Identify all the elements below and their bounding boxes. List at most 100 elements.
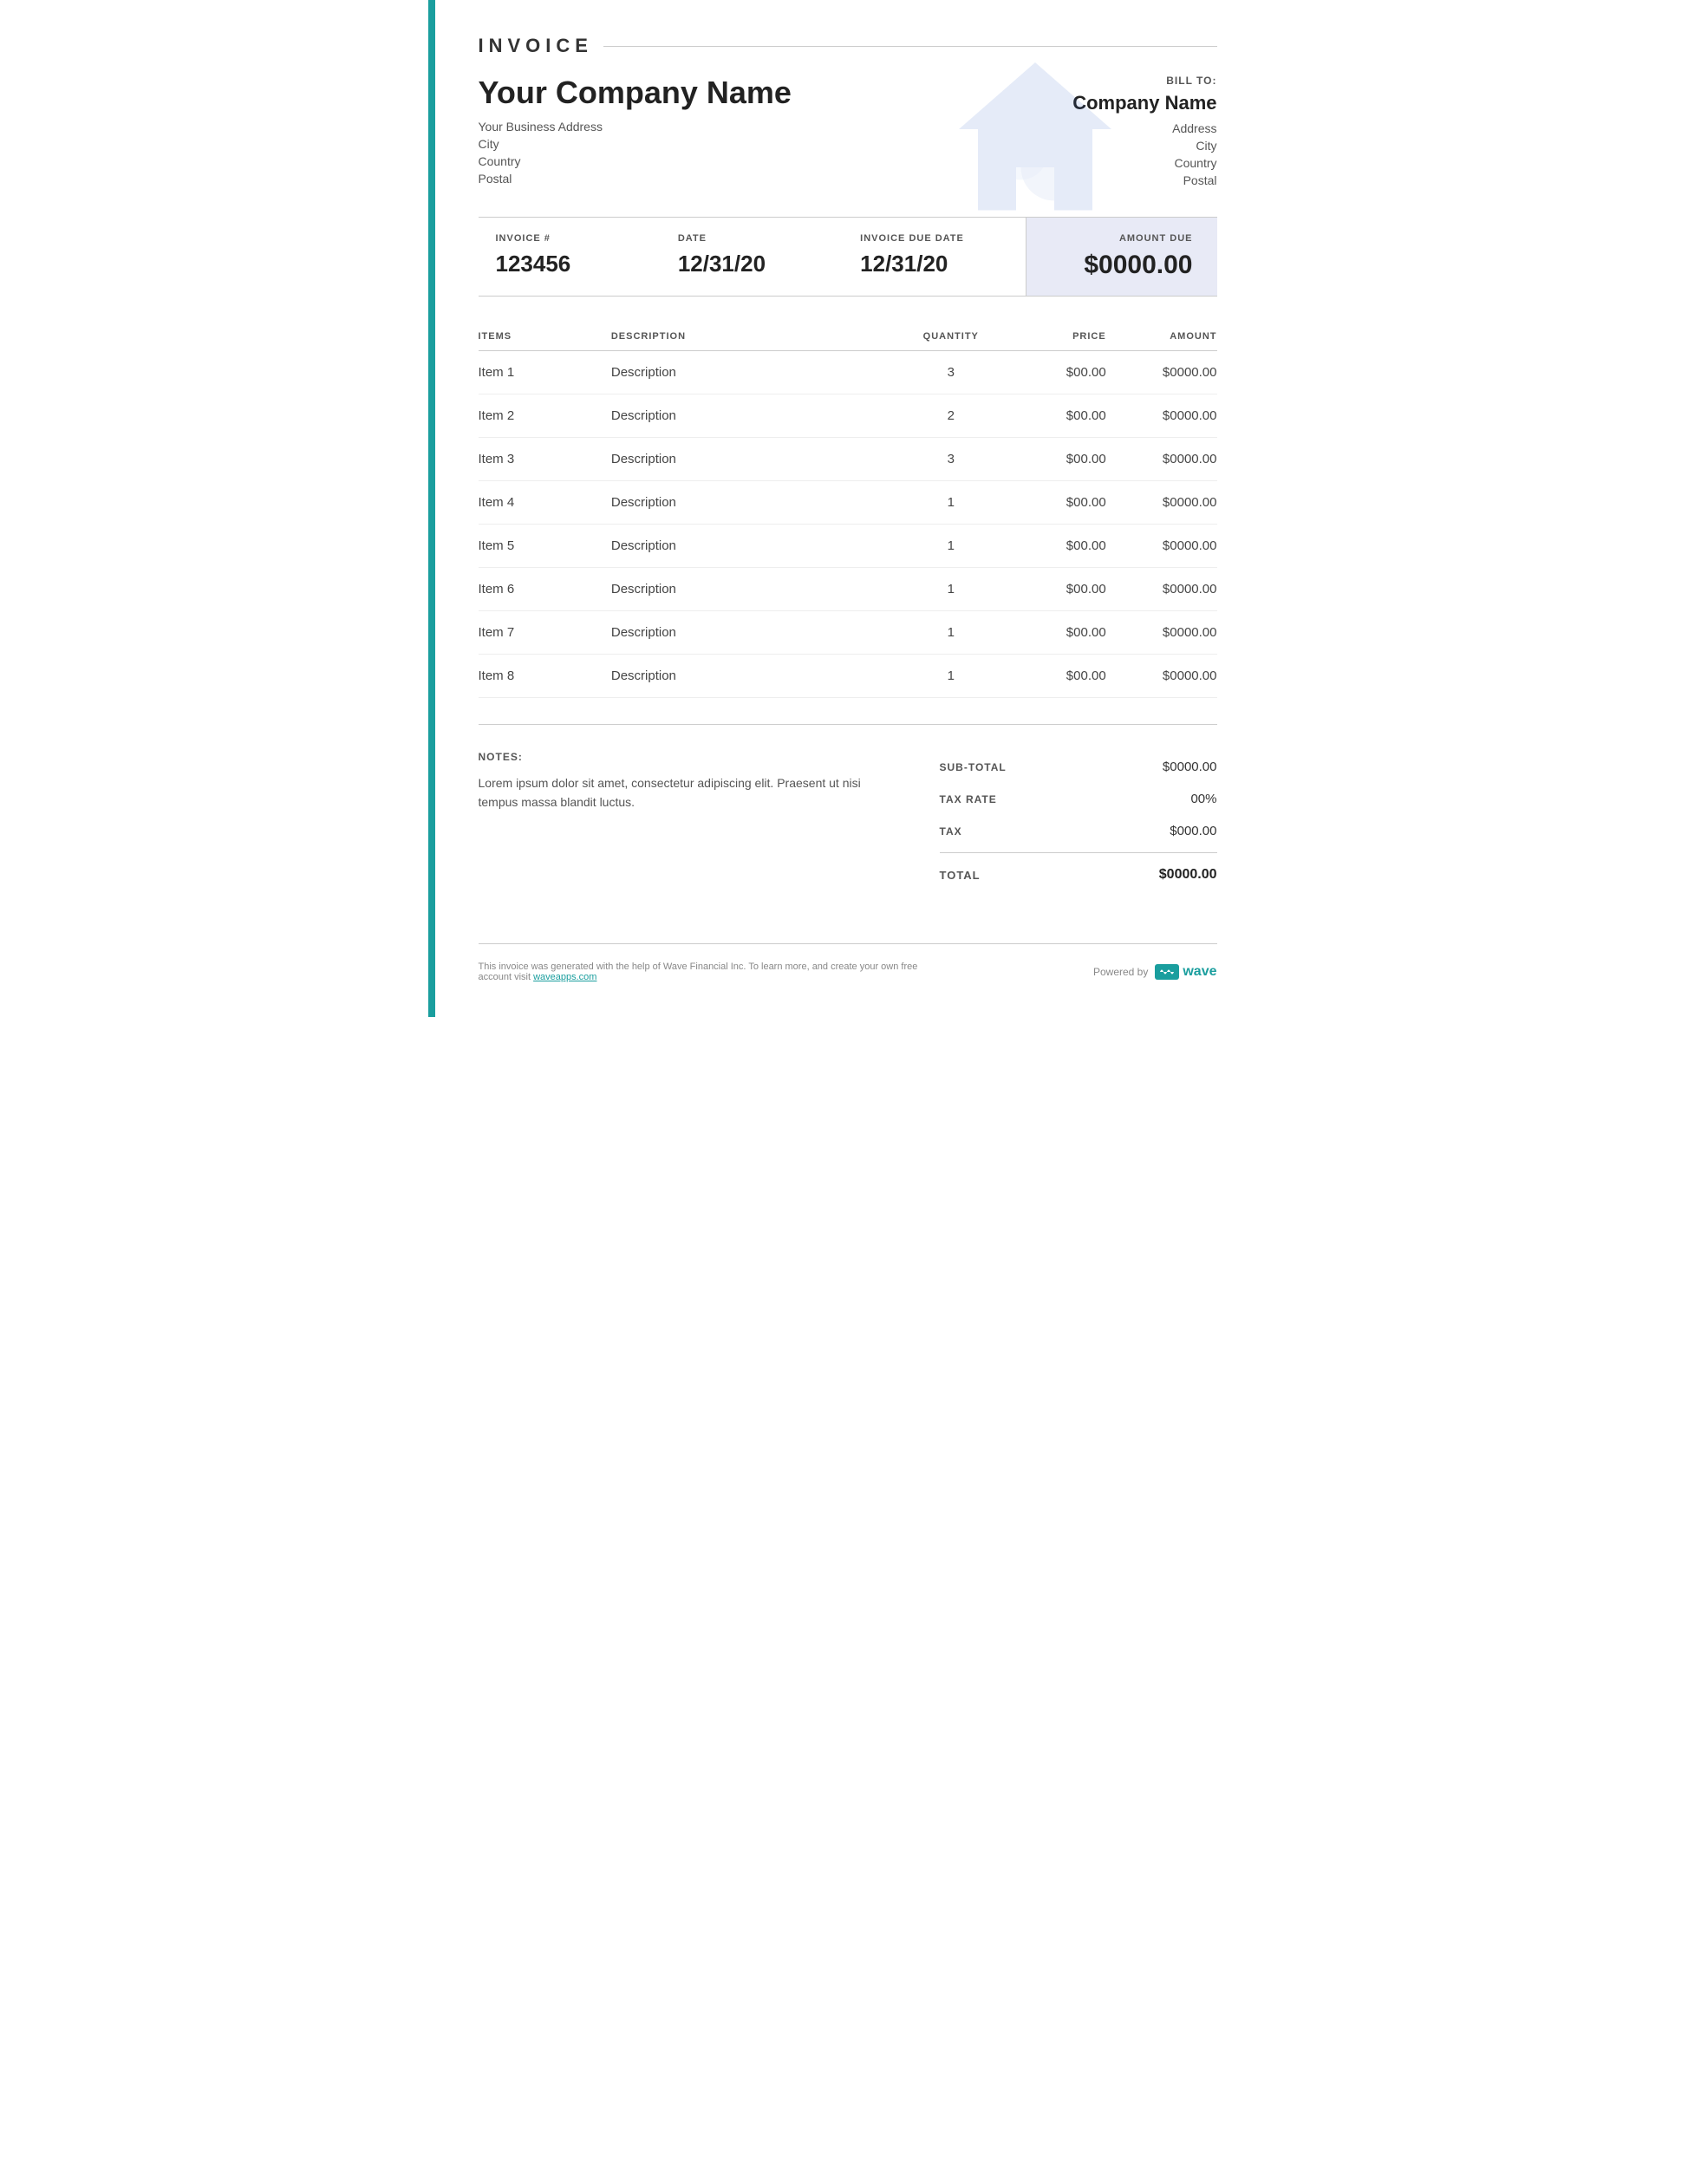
footer-link[interactable]: waveapps.com	[533, 972, 596, 982]
item-name-cell: Item 8	[479, 655, 611, 698]
subtotal-value: $0000.00	[1163, 760, 1217, 774]
amount-due-label: AMOUNT DUE	[1051, 233, 1193, 244]
item-price-cell: $00.00	[995, 394, 1106, 438]
sender-company-name: Your Company Name	[479, 75, 792, 111]
tax-value: $000.00	[1170, 824, 1216, 838]
due-date-field: INVOICE DUE DATE 12/31/20	[843, 218, 1025, 296]
item-desc-cell: Description	[611, 351, 907, 394]
item-qty-cell: 1	[907, 568, 995, 611]
notes-label: NOTES:	[479, 751, 885, 763]
col-header-quantity: QUANTITY	[907, 323, 995, 351]
header-two-col: Your Company Name Your Business Address …	[479, 75, 1217, 191]
wave-logo-text: wave	[1183, 964, 1216, 980]
table-row: Item 3 Description 3 $00.00 $0000.00	[479, 438, 1217, 481]
bill-to-company-name: Company Name	[1072, 92, 1216, 114]
table-row: Item 5 Description 1 $00.00 $0000.00	[479, 525, 1217, 568]
item-amount-cell: $0000.00	[1106, 481, 1217, 525]
title-divider-line	[603, 46, 1217, 47]
bill-to-address: Address	[1072, 121, 1216, 135]
item-price-cell: $00.00	[995, 655, 1106, 698]
col-header-price: PRICE	[995, 323, 1106, 351]
item-qty-cell: 1	[907, 481, 995, 525]
item-qty-cell: 3	[907, 438, 995, 481]
item-name-cell: Item 5	[479, 525, 611, 568]
invoice-meta: INVOICE # 123456 DATE 12/31/20 INVOICE D…	[479, 217, 1217, 297]
col-header-amount: AMOUNT	[1106, 323, 1217, 351]
item-qty-cell: 1	[907, 611, 995, 655]
bill-to-city: City	[1072, 139, 1216, 153]
bill-to-country: Country	[1072, 156, 1216, 170]
sender-details: Your Business Address City Country Posta…	[479, 120, 792, 186]
table-header-row: ITEMS DESCRIPTION QUANTITY PRICE AMOUNT	[479, 323, 1217, 351]
bill-to-details: Address City Country Postal	[1072, 121, 1216, 187]
item-desc-cell: Description	[611, 655, 907, 698]
sender-address: Your Business Address	[479, 120, 792, 134]
invoice-title-text: INVOICE	[479, 35, 593, 57]
item-qty-cell: 1	[907, 655, 995, 698]
subtotal-row: SUB-TOTAL $0000.00	[940, 751, 1217, 783]
due-date-label: INVOICE DUE DATE	[860, 233, 1007, 244]
item-desc-cell: Description	[611, 568, 907, 611]
footer-powered: Powered by wave	[1093, 964, 1217, 980]
tax-rate-label: TAX RATE	[940, 793, 997, 805]
due-date-value: 12/31/20	[860, 251, 1007, 277]
bill-to-label: BILL TO:	[1072, 75, 1216, 87]
items-section: ITEMS DESCRIPTION QUANTITY PRICE AMOUNT …	[479, 323, 1217, 698]
tax-rate-value: 00%	[1190, 792, 1216, 806]
total-row: TOTAL $0000.00	[940, 858, 1217, 891]
invoice-title: INVOICE	[479, 35, 1217, 57]
item-amount-cell: $0000.00	[1106, 568, 1217, 611]
date-label: DATE	[678, 233, 825, 244]
tax-rate-row: TAX RATE 00%	[940, 783, 1217, 815]
table-row: Item 2 Description 2 $00.00 $0000.00	[479, 394, 1217, 438]
item-amount-cell: $0000.00	[1106, 611, 1217, 655]
amount-due-box: AMOUNT DUE $0000.00	[1026, 218, 1217, 296]
item-amount-cell: $0000.00	[1106, 655, 1217, 698]
accent-bar	[428, 0, 435, 1017]
table-row: Item 8 Description 1 $00.00 $0000.00	[479, 655, 1217, 698]
sender-country: Country	[479, 154, 792, 168]
date-field: DATE 12/31/20	[661, 218, 843, 296]
header-section: INVOICE Your Company Name Your Business …	[479, 35, 1217, 217]
item-desc-cell: Description	[611, 525, 907, 568]
item-name-cell: Item 4	[479, 481, 611, 525]
invoice-page: INVOICE Your Company Name Your Business …	[428, 0, 1261, 1017]
sender-postal: Postal	[479, 172, 792, 186]
col-header-description: DESCRIPTION	[611, 323, 907, 351]
item-amount-cell: $0000.00	[1106, 351, 1217, 394]
wave-logo: wave	[1155, 964, 1216, 980]
powered-by-text: Powered by	[1093, 966, 1148, 978]
footer-text: This invoice was generated with the help…	[479, 962, 922, 982]
notes-text: Lorem ipsum dolor sit amet, consectetur …	[479, 773, 885, 812]
item-desc-cell: Description	[611, 481, 907, 525]
item-desc-cell: Description	[611, 394, 907, 438]
invoice-number-label: INVOICE #	[496, 233, 643, 244]
item-qty-cell: 3	[907, 351, 995, 394]
bill-to-section: BILL TO: Company Name Address City Count…	[1072, 75, 1216, 191]
totals-section: SUB-TOTAL $0000.00 TAX RATE 00% TAX $000…	[940, 751, 1217, 891]
subtotal-label: SUB-TOTAL	[940, 761, 1007, 773]
wave-logo-icon	[1155, 964, 1179, 980]
item-name-cell: Item 3	[479, 438, 611, 481]
invoice-number-field: INVOICE # 123456	[479, 218, 661, 296]
item-qty-cell: 2	[907, 394, 995, 438]
footer: This invoice was generated with the help…	[479, 943, 1217, 982]
bottom-section: NOTES: Lorem ipsum dolor sit amet, conse…	[479, 724, 1217, 891]
item-name-cell: Item 7	[479, 611, 611, 655]
item-price-cell: $00.00	[995, 481, 1106, 525]
item-desc-cell: Description	[611, 438, 907, 481]
totals-divider	[940, 852, 1217, 853]
item-price-cell: $00.00	[995, 611, 1106, 655]
invoice-number-value: 123456	[496, 251, 643, 277]
meta-fields: INVOICE # 123456 DATE 12/31/20 INVOICE D…	[479, 218, 1026, 296]
table-row: Item 7 Description 1 $00.00 $0000.00	[479, 611, 1217, 655]
items-table: ITEMS DESCRIPTION QUANTITY PRICE AMOUNT …	[479, 323, 1217, 698]
item-price-cell: $00.00	[995, 525, 1106, 568]
item-name-cell: Item 6	[479, 568, 611, 611]
item-price-cell: $00.00	[995, 438, 1106, 481]
table-row: Item 1 Description 3 $00.00 $0000.00	[479, 351, 1217, 394]
date-value: 12/31/20	[678, 251, 825, 277]
item-name-cell: Item 1	[479, 351, 611, 394]
item-amount-cell: $0000.00	[1106, 525, 1217, 568]
total-label: TOTAL	[940, 869, 981, 882]
